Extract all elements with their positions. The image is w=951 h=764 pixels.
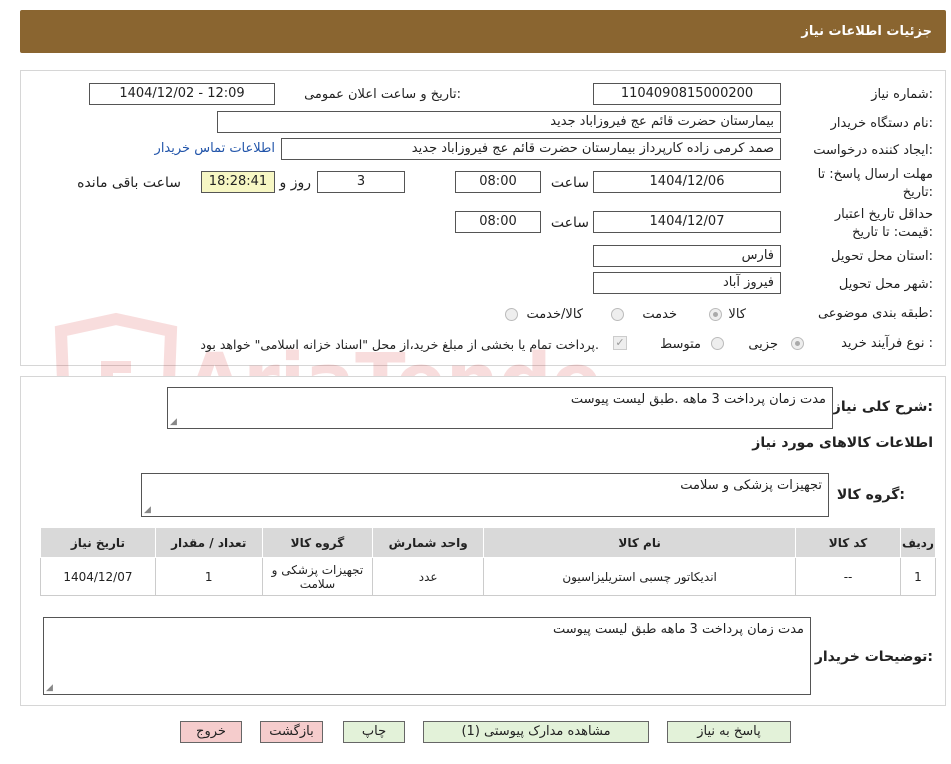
back-button[interactable]: بازگشت xyxy=(260,721,323,743)
buyer-notes-label: توضیحات خریدار: xyxy=(814,649,933,665)
reply-deadline-label: مهلت ارسال پاسخ: تا xyxy=(817,167,933,182)
col-header-row-num: ردیف xyxy=(899,527,937,558)
need-number-field: 1104090815000200 xyxy=(593,83,781,105)
reply-button[interactable]: پاسخ به نیاز xyxy=(667,721,791,743)
buyer-notes-field: مدت زمان پرداخت 3 ماهه طبق لیست پیوست ◢ xyxy=(43,617,811,695)
category-radio-goods-service[interactable] xyxy=(505,308,518,321)
category-radio-service[interactable] xyxy=(611,308,624,321)
need-info-panel: AriaTender.neT شماره نیاز: 1104090815000… xyxy=(20,70,946,440)
col-header-quantity: تعداد / مقدار xyxy=(154,527,263,558)
days-label: روز و xyxy=(279,175,312,191)
days-remaining-field: 3 xyxy=(317,171,405,193)
city-label: شهر محل تحویل: xyxy=(838,277,933,292)
exit-button[interactable]: خروج xyxy=(180,721,242,743)
summary-text: مدت زمان پرداخت 3 ماهه .طبق لیست پیوست xyxy=(570,392,826,407)
col-header-name: نام کالا xyxy=(483,527,797,558)
remaining-time-field: 18:28:41 xyxy=(201,171,275,193)
summary-field: مدت زمان پرداخت 3 ماهه .طبق لیست پیوست ◢ xyxy=(167,387,833,429)
category-option-service: خدمت xyxy=(642,307,677,322)
category-option-goods-service: کالا/خدمت xyxy=(526,307,583,322)
payment-note: پرداخت تمام یا بخشی از مبلغ خرید،از محل … xyxy=(200,337,599,352)
view-attachments-button[interactable]: مشاهده مدارک پیوستی (1) xyxy=(423,721,649,743)
purchase-radio-minor[interactable] xyxy=(791,337,804,350)
purchase-option-minor: جزیی xyxy=(748,337,778,352)
validity-label: حداقل تاریخ اعتبار xyxy=(834,207,933,222)
cell-date: 1404/12/07 xyxy=(40,557,156,596)
cell-code: -- xyxy=(795,557,901,596)
col-header-unit: واحد شمارش xyxy=(372,527,485,558)
province-label: استان محل تحویل: xyxy=(831,249,933,264)
col-header-group: گروه کالا xyxy=(261,527,374,558)
table-header-row: ردیف کد کالا نام کالا واحد شمارش گروه کا… xyxy=(40,527,937,558)
goods-group-label: گروه کالا: xyxy=(836,487,905,503)
buyer-org-label: نام دستگاه خریدار: xyxy=(830,116,933,131)
city-field: فیروز آباد xyxy=(593,272,781,294)
need-details-panel: شرح کلی نیاز: مدت زمان پرداخت 3 ماهه .طب… xyxy=(20,376,946,706)
goods-table: ردیف کد کالا نام کالا واحد شمارش گروه کا… xyxy=(40,527,937,596)
goods-group-text: تجهیزات پزشکی و سلامت xyxy=(680,478,822,493)
buyer-contact-link[interactable]: اطلاعات تماس خریدار xyxy=(155,141,275,156)
reply-time-label: ساعت xyxy=(550,175,589,191)
reply-time-field: 08:00 xyxy=(455,171,541,193)
page-header: جزئیات اطلاعات نیاز xyxy=(20,10,946,53)
province-field: فارس xyxy=(593,245,781,267)
validity-time-label: ساعت xyxy=(550,215,589,231)
creator-label: ایجاد کننده درخواست: xyxy=(813,143,933,158)
validity-time-field: 08:00 xyxy=(455,211,541,233)
summary-label: شرح کلی نیاز: xyxy=(832,399,933,415)
category-label: طبقه بندی موضوعی: xyxy=(817,306,933,321)
purchase-option-medium: متوسط xyxy=(660,337,701,352)
cell-group: تجهیزات پزشکی و سلامت xyxy=(261,557,374,596)
buyer-org-field: بیمارستان حضرت قائم عج فیروزاباد جدید xyxy=(217,111,781,133)
validity-label-2: قیمت: تا تاریخ: xyxy=(852,225,933,240)
remaining-time-label: ساعت باقی مانده xyxy=(77,175,181,191)
page-title: جزئیات اطلاعات نیاز xyxy=(801,24,932,39)
table-row: 1 -- اندیکاتور چسبی استریلیزاسیون عدد تج… xyxy=(40,557,937,596)
creator-field: صمد کرمی زاده کارپرداز بیمارستان حضرت قا… xyxy=(281,138,781,160)
resize-grip-icon[interactable]: ◢ xyxy=(144,505,151,515)
cell-unit: عدد xyxy=(372,557,485,596)
col-header-date: تاریخ نیاز xyxy=(40,527,156,558)
treasury-checkbox[interactable]: ✓ xyxy=(613,336,627,350)
print-button[interactable]: چاپ xyxy=(343,721,405,743)
resize-grip-icon[interactable]: ◢ xyxy=(46,683,53,693)
cell-name: اندیکاتور چسبی استریلیزاسیون xyxy=(483,557,797,596)
category-option-goods: کالا xyxy=(728,307,746,322)
reply-date-field: 1404/12/06 xyxy=(593,171,781,193)
need-number-label: شماره نیاز: xyxy=(871,87,933,102)
purchase-type-label: نوع فرآیند خرید : xyxy=(841,336,933,351)
resize-grip-icon[interactable]: ◢ xyxy=(170,417,177,427)
announce-datetime-label: تاریخ و ساعت اعلان عمومی: xyxy=(304,87,461,102)
reply-deadline-label-2: تاریخ: xyxy=(902,185,933,200)
validity-date-field: 1404/12/07 xyxy=(593,211,781,233)
category-radio-goods[interactable] xyxy=(709,308,722,321)
buyer-notes-text: مدت زمان پرداخت 3 ماهه طبق لیست پیوست xyxy=(552,622,804,637)
goods-group-field: تجهیزات پزشکی و سلامت ◢ xyxy=(141,473,829,517)
announce-datetime-field: 1404/12/02 - 12:09 xyxy=(89,83,275,105)
goods-info-title: اطلاعات کالاهای مورد نیاز xyxy=(752,435,933,451)
cell-quantity: 1 xyxy=(154,557,263,596)
purchase-radio-medium[interactable] xyxy=(711,337,724,350)
cell-row-num: 1 xyxy=(899,557,937,596)
col-header-code: کد کالا xyxy=(795,527,901,558)
